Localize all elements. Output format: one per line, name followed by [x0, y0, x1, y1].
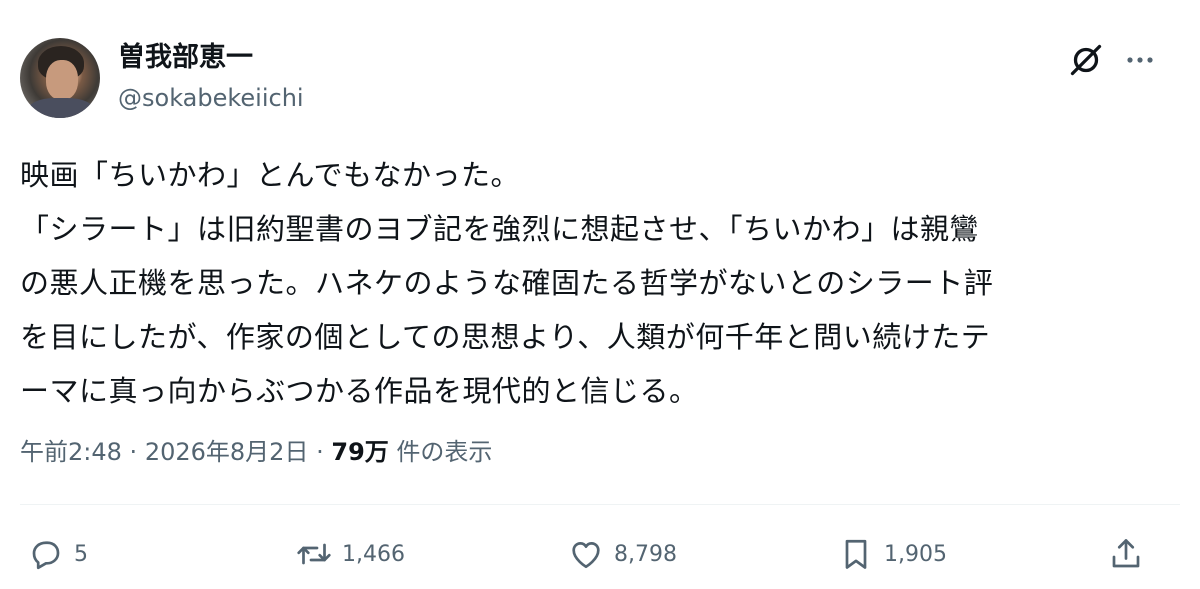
- reply-count: 5: [74, 541, 88, 567]
- like-button[interactable]: 8,798: [568, 534, 677, 574]
- meta-separator: ·: [129, 438, 138, 466]
- author-display-name[interactable]: 曽我部恵一: [118, 40, 253, 76]
- tweet-text: 映画「ちいかわ」とんでもなかった。 「シラート」は旧約聖書のヨブ記を強烈に想起さ…: [20, 148, 1180, 418]
- grok-icon[interactable]: [1068, 42, 1104, 78]
- tweet-date[interactable]: 2026年8月2日: [145, 438, 309, 466]
- bookmark-button[interactable]: 1,905: [838, 534, 947, 574]
- avatar-shirt: [28, 98, 94, 118]
- views-label[interactable]: 件の表示: [396, 438, 492, 466]
- tweet-line: の悪人正機を思った。ハネケのような確固たる哲学がないとのシラート評: [20, 266, 994, 300]
- author-handle[interactable]: @sokabekeiichi: [118, 82, 304, 114]
- bookmark-count: 1,905: [884, 541, 947, 567]
- reply-icon: [32, 541, 60, 570]
- bookmark-icon: [845, 539, 867, 569]
- repost-count: 1,466: [342, 541, 405, 567]
- like-icon: [572, 542, 600, 569]
- tweet-line: ーマに真っ向からぶつかる作品を現代的と信じる。: [20, 374, 699, 408]
- like-count: 8,798: [614, 541, 677, 567]
- repost-button[interactable]: 1,466: [296, 534, 405, 574]
- share-button[interactable]: [1108, 534, 1144, 574]
- reply-button[interactable]: 5: [28, 534, 88, 574]
- tweet-line: 映画「ちいかわ」とんでもなかった。: [20, 158, 521, 192]
- meta-separator: ·: [316, 438, 324, 466]
- tweet-line: を目にしたが、作家の個としての思想より、人類が何千年と問い続けたテ: [20, 320, 991, 354]
- views-count[interactable]: 79万: [331, 438, 388, 466]
- tweet-time[interactable]: 午前2:48: [20, 438, 122, 466]
- more-icon[interactable]: [1120, 44, 1160, 76]
- share-icon: [1112, 539, 1140, 568]
- tweet-meta: 午前2:48 · 2026年8月2日 · 79万 件の表示: [20, 432, 492, 472]
- tweet-line: 「シラート」は旧約聖書のヨブ記を強烈に想起させ、「ちいかわ」は親鸞: [20, 212, 980, 246]
- repost-icon: [297, 543, 331, 565]
- divider: [20, 504, 1180, 505]
- avatar[interactable]: [20, 38, 100, 118]
- avatar-face: [46, 60, 78, 100]
